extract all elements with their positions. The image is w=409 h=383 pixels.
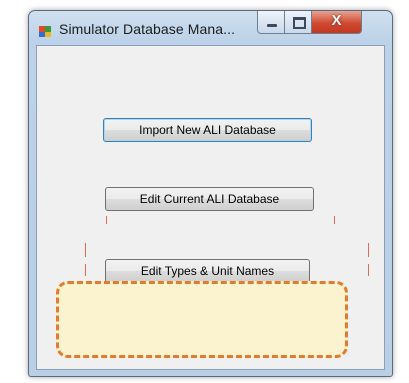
guide-mark [368,243,369,257]
maximize-icon [293,17,306,29]
guide-mark [85,264,86,276]
guide-mark [368,264,369,276]
maximize-button[interactable] [285,11,312,34]
import-new-ali-database-button[interactable]: Import New ALI Database [103,118,312,142]
close-icon: X [331,12,342,29]
guide-mark [106,216,107,224]
edit-types-and-unit-names-button[interactable]: Edit Types & Unit Names [105,259,310,283]
app-window-icon [39,26,51,37]
screen: Simulator Database Mana... X Import New … [0,0,409,383]
guide-mark [334,216,335,224]
minimize-icon [267,24,277,27]
guide-mark [85,243,86,257]
close-button[interactable]: X [312,11,362,34]
window-title: Simulator Database Mana... [59,21,236,37]
edit-current-ali-database-button[interactable]: Edit Current ALI Database [105,187,314,211]
minimize-button[interactable] [257,11,285,34]
title-bar[interactable]: Simulator Database Mana... X [29,11,392,45]
highlight-region [56,281,348,358]
